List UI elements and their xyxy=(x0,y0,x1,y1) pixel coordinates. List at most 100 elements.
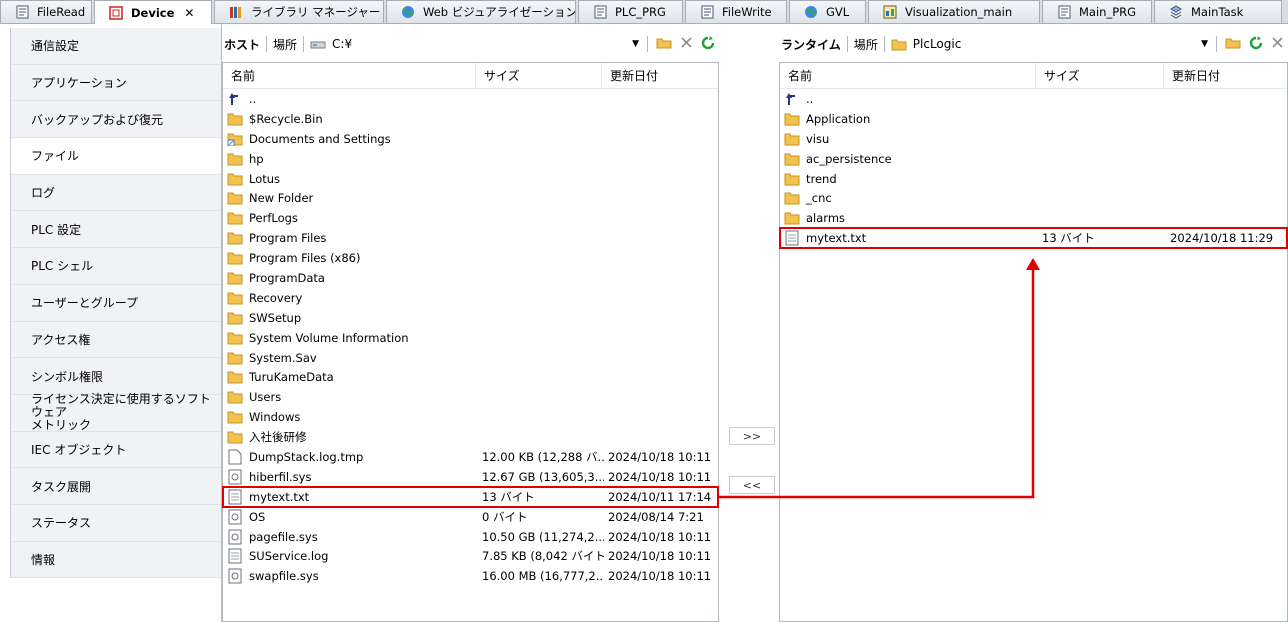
toolbar-separator xyxy=(266,36,268,52)
file-row[interactable]: System.Sav xyxy=(223,348,718,368)
file-row[interactable]: hp xyxy=(223,149,718,169)
tab-fileread[interactable]: FileRead xyxy=(0,0,92,23)
column-date-header[interactable]: 更新日付 xyxy=(602,63,718,88)
file-row[interactable]: New Folder xyxy=(223,188,718,208)
nav-item-6[interactable]: PLC シェル xyxy=(10,248,221,285)
file-name: hp xyxy=(249,151,264,166)
file-date: 2024/10/18 10:11 xyxy=(608,449,712,464)
file-row[interactable]: alarms xyxy=(780,208,1287,228)
nav-item-4[interactable]: ログ xyxy=(10,174,221,212)
tab-web[interactable]: Web ビジュアライゼーション xyxy=(386,0,576,23)
tab-label: Web ビジュアライゼーション xyxy=(423,5,576,19)
file-row[interactable]: Program Files (x86) xyxy=(223,248,718,268)
transfer-to-runtime-button[interactable]: >> xyxy=(729,427,775,445)
file-name-cell: Program Files xyxy=(223,230,478,246)
system-file-icon xyxy=(227,568,243,584)
host-column-headers: 名前 サイズ 更新日付 xyxy=(223,63,718,89)
file-row[interactable]: Lotus xyxy=(223,169,718,189)
file-row[interactable]: pagefile.sys 10.50 GB (11,274,2... 2024/10… xyxy=(223,527,718,547)
file-row[interactable]: System Volume Information xyxy=(223,328,718,348)
column-name-header[interactable]: 名前 xyxy=(780,63,1036,88)
file-row[interactable]: ac_persistence xyxy=(780,149,1287,169)
column-name-header[interactable]: 名前 xyxy=(223,63,476,88)
nav-item-2[interactable]: バックアップおよび復元 xyxy=(10,101,221,139)
new-folder-icon[interactable] xyxy=(656,36,672,52)
nav-item-5[interactable]: PLC 設定 xyxy=(10,211,221,249)
transfer-to-host-button[interactable]: << xyxy=(729,476,775,494)
file-row[interactable]: trend xyxy=(780,169,1287,189)
tab-visualization-main[interactable]: Visualization_main xyxy=(868,0,1040,23)
tab-plc-prg[interactable]: PLC_PRG xyxy=(578,0,683,23)
file-row[interactable]: 入社後研修 xyxy=(223,427,718,447)
file-row[interactable]: Documents and Settings xyxy=(223,129,718,149)
nav-item-3[interactable]: ファイル xyxy=(10,138,221,175)
file-name-cell: Documents and Settings xyxy=(223,131,478,147)
text-file-icon xyxy=(227,548,243,564)
file-row[interactable]: hiberfil.sys 12.67 GB (13,605,3... 2024/10… xyxy=(223,467,718,487)
path-dropdown-arrow-icon[interactable]: ▼ xyxy=(1201,39,1208,49)
file-row[interactable]: ProgramData xyxy=(223,268,718,288)
file-row[interactable]: $Recycle.Bin xyxy=(223,109,718,129)
delete-icon[interactable] xyxy=(1271,36,1284,52)
file-row[interactable]: .. xyxy=(780,89,1287,109)
tab-filewrite[interactable]: FileWrite xyxy=(685,0,787,23)
file-row[interactable]: _cnc xyxy=(780,188,1287,208)
nav-item-0[interactable]: 通信設定 xyxy=(10,28,221,65)
file-row[interactable]: Application xyxy=(780,109,1287,129)
tab-device[interactable]: Device ✕ xyxy=(94,0,212,24)
new-folder-icon[interactable] xyxy=(1225,36,1241,52)
runtime-path-combo[interactable]: PlcLogic xyxy=(913,37,962,51)
file-row[interactable]: DumpStack.log.tmp 12.00 KB (12,288 バ... 20… xyxy=(223,447,718,467)
file-row[interactable]: SUService.log 7.85 KB (8,042 バイト) 2024/10/… xyxy=(223,546,718,566)
nav-item-7[interactable]: ユーザーとグループ xyxy=(10,284,221,322)
file-name: mytext.txt xyxy=(249,489,310,504)
tab-label: PLC_PRG xyxy=(615,5,666,19)
highlighted-file-row[interactable]: mytext.txt 13 バイト 2024/10/18 11:29 xyxy=(779,227,1288,250)
file-name: System Volume Information xyxy=(249,330,409,345)
file-row[interactable]: Users xyxy=(223,387,718,407)
file-row[interactable]: Recovery xyxy=(223,288,718,308)
close-tab-icon[interactable]: ✕ xyxy=(184,6,194,20)
file-row[interactable]: OS 0 バイト 2024/08/14 7:21 xyxy=(223,507,718,527)
file-name-cell: Application xyxy=(780,111,1038,127)
refresh-icon[interactable] xyxy=(701,35,715,53)
nav-item-11[interactable]: IEC オブジェクト xyxy=(10,431,221,469)
delete-icon[interactable] xyxy=(680,36,693,52)
tab-main-prg[interactable]: Main_PRG xyxy=(1042,0,1152,23)
file-row[interactable]: TuruKameData xyxy=(223,367,718,387)
nav-item-8[interactable]: アクセス権 xyxy=(10,321,221,359)
file-row[interactable]: Windows xyxy=(223,407,718,427)
host-file-list[interactable]: 名前 サイズ 更新日付 .. $Recycle.Bin Documents and … xyxy=(222,62,719,622)
highlighted-file-row[interactable]: mytext.txt 13 バイト 2024/10/11 17:14 xyxy=(222,485,719,508)
nav-item-12[interactable]: タスク展開 xyxy=(10,468,221,505)
column-size-header[interactable]: サイズ xyxy=(476,63,602,88)
nav-item-9[interactable]: シンボル権限 xyxy=(10,358,221,395)
column-size-header[interactable]: サイズ xyxy=(1036,63,1164,88)
drive-icon xyxy=(310,38,326,50)
document-icon xyxy=(15,5,29,19)
tab-gvl[interactable]: GVL xyxy=(789,0,866,23)
nav-item-10[interactable]: ライセンス決定に使用するソフトウェア メトリック xyxy=(10,393,221,432)
tab-2[interactable]: ライブラリ マネージャー xyxy=(214,0,384,23)
file-row[interactable]: visu xyxy=(780,129,1287,149)
runtime-file-list[interactable]: 名前 サイズ 更新日付 .. Application visu ac_persiste… xyxy=(779,62,1288,622)
file-name-cell: .. xyxy=(780,91,1038,107)
path-dropdown-arrow-icon[interactable]: ▼ xyxy=(632,39,639,49)
file-name: ProgramData xyxy=(249,270,325,285)
refresh-icon[interactable] xyxy=(1249,35,1263,53)
file-row[interactable]: .. xyxy=(223,89,718,109)
runtime-label: ランタイム xyxy=(781,37,841,52)
system-file-icon xyxy=(227,509,243,525)
host-path-combo[interactable]: C:¥ xyxy=(332,37,352,51)
nav-item-1[interactable]: アプリケーション xyxy=(10,64,221,102)
file-row[interactable]: swapfile.sys 16.00 MB (16,777,2... 2024/10… xyxy=(223,566,718,586)
file-row[interactable]: Program Files xyxy=(223,228,718,248)
nav-item-label: ファイル xyxy=(31,149,80,164)
nav-item-14[interactable]: 情報 xyxy=(10,541,221,579)
file-row[interactable]: PerfLogs xyxy=(223,208,718,228)
column-date-header[interactable]: 更新日付 xyxy=(1164,63,1287,88)
task-icon xyxy=(1169,5,1183,19)
file-row[interactable]: SWSetup xyxy=(223,308,718,328)
tab-maintask[interactable]: MainTask xyxy=(1154,0,1282,23)
nav-item-13[interactable]: ステータス xyxy=(10,504,221,542)
